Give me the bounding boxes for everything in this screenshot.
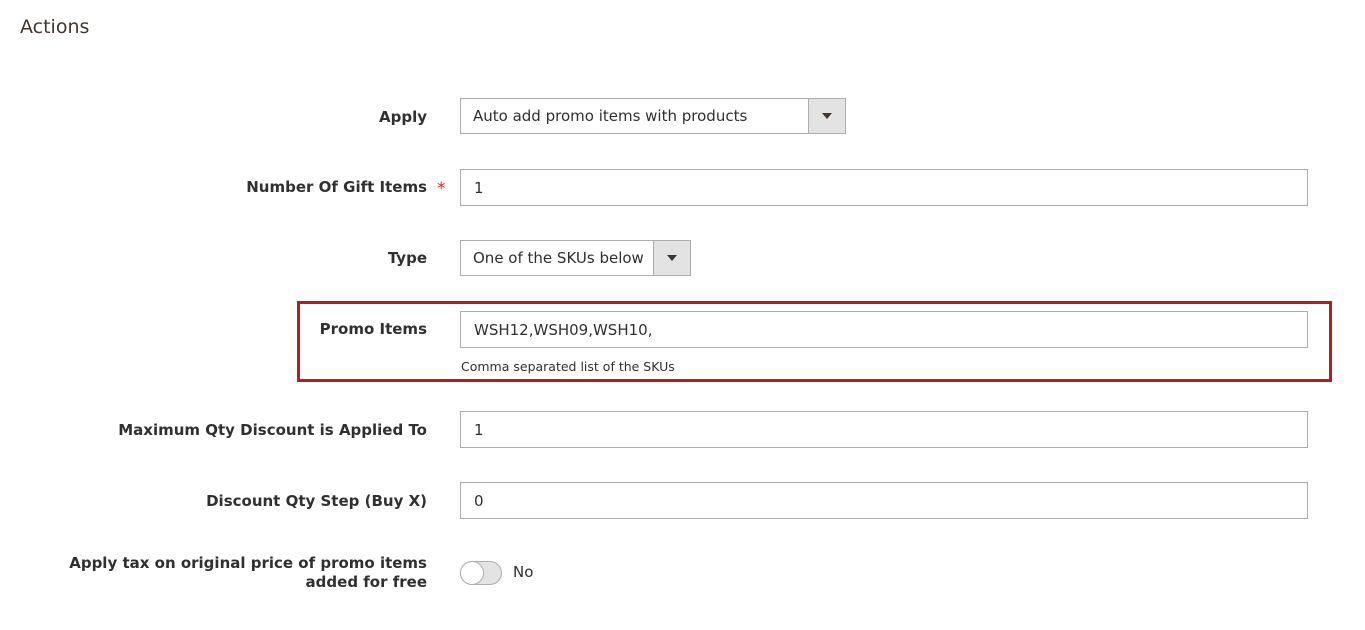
type-label: Type [387, 249, 427, 267]
gift-items-input[interactable]: 1 [460, 169, 1308, 206]
chevron-down-icon [822, 113, 832, 119]
type-select-value: One of the SKUs below [473, 249, 644, 267]
qty-step-input[interactable]: 0 [460, 482, 1308, 519]
actions-form: Actions Apply Auto add promo items with … [0, 0, 1365, 630]
apply-select[interactable]: Auto add promo items with products [460, 98, 846, 134]
apply-select-value: Auto add promo items with products [473, 107, 748, 125]
type-select[interactable]: One of the SKUs below [460, 240, 691, 276]
promo-items-note: Comma separated list of the SKUs [461, 359, 675, 374]
max-qty-input[interactable]: 1 [460, 411, 1308, 448]
max-qty-label: Maximum Qty Discount is Applied To [118, 421, 427, 439]
apply-select-toggle[interactable] [808, 99, 845, 133]
apply-tax-label: Apply tax on original price of promo ite… [69, 554, 427, 591]
chevron-down-icon [667, 255, 677, 261]
gift-items-label: Number Of Gift Items [246, 178, 427, 196]
type-select-toggle[interactable] [653, 241, 690, 275]
toggle-knob[interactable] [460, 561, 484, 585]
required-indicator: * [437, 179, 446, 199]
apply-label: Apply [378, 108, 427, 126]
promo-items-input[interactable]: WSH12,WSH09,WSH10, [460, 311, 1308, 348]
section-title: Actions [20, 16, 90, 38]
qty-step-label: Discount Qty Step (Buy X) [206, 492, 427, 510]
apply-tax-toggle[interactable] [460, 561, 502, 585]
promo-items-label: Promo Items [319, 320, 427, 338]
apply-tax-toggle-state: No [513, 563, 534, 581]
